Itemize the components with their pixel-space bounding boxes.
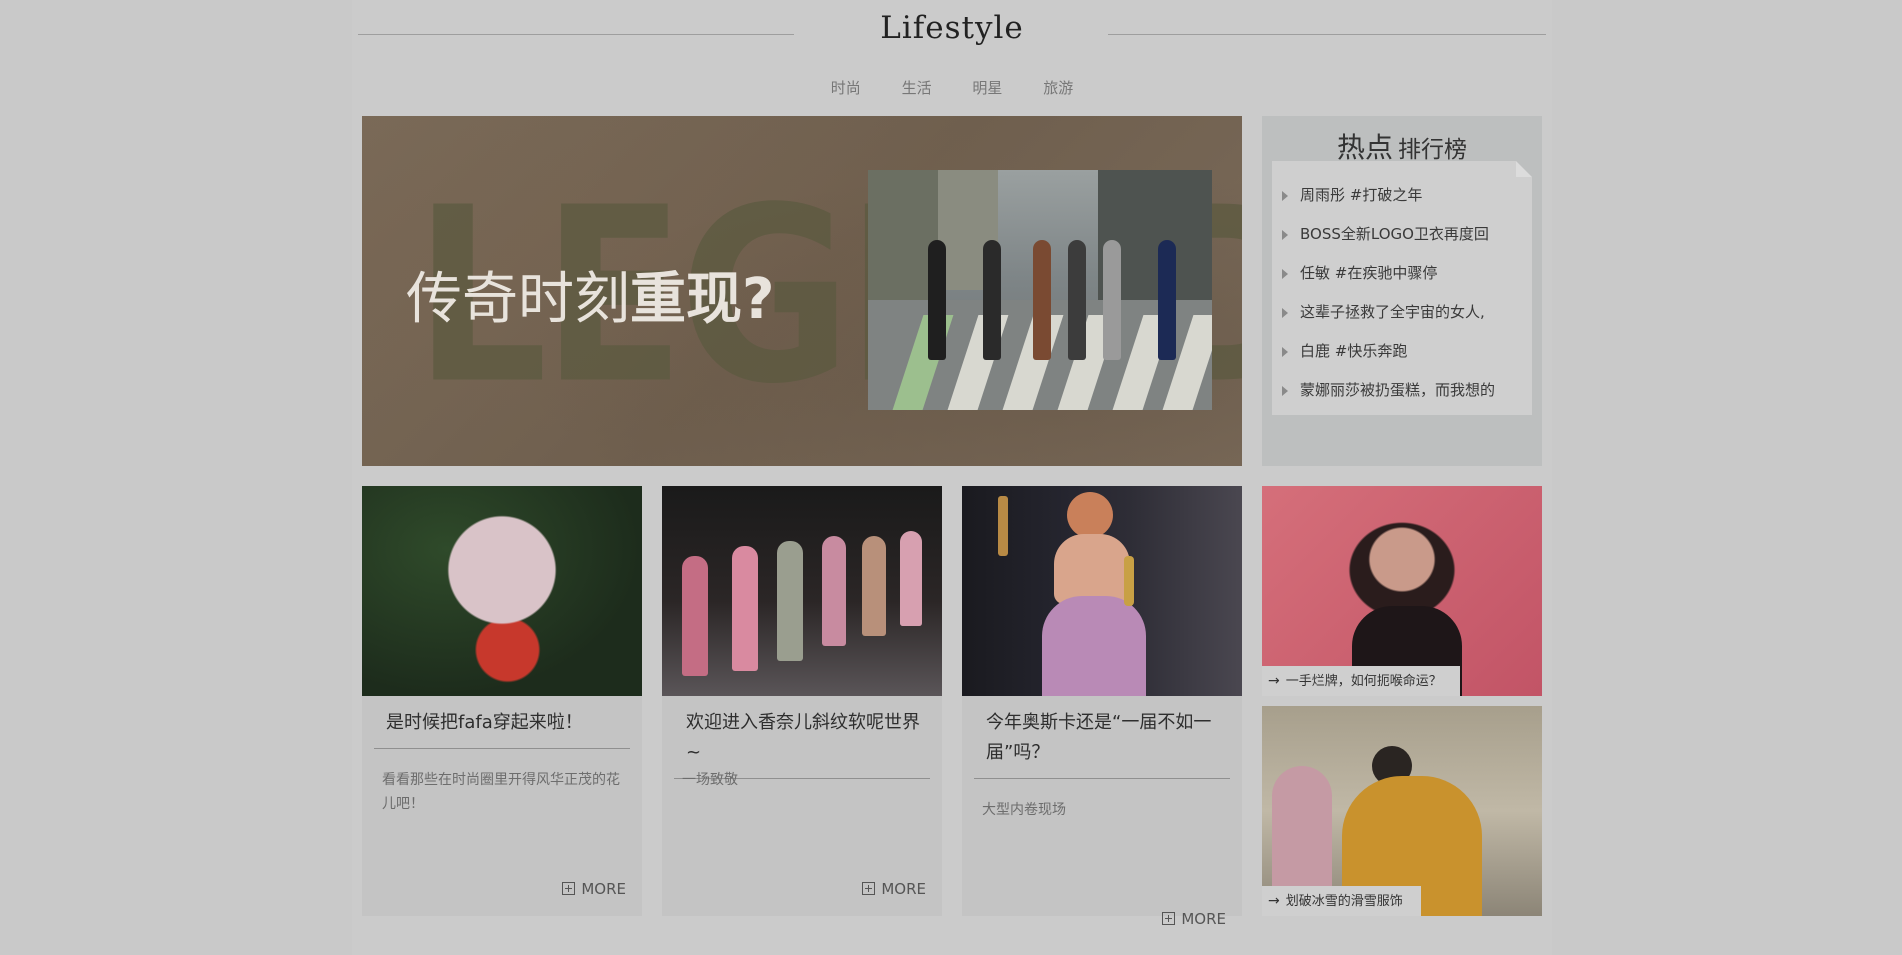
hot-item[interactable]: 周雨彤 #打破之年 (1282, 181, 1532, 220)
more-link[interactable]: MORE (562, 880, 626, 898)
hot-item[interactable]: 这辈子拯救了全宇宙的女人, (1282, 298, 1532, 337)
side-article-1[interactable]: → 一手烂牌，如何扼喉命运？ (1262, 486, 1542, 696)
header-rule-right (1108, 34, 1546, 35)
side-caption-text: 一手烂牌，如何扼喉命运？ (1285, 674, 1442, 689)
card-image-oscar[interactable] (962, 486, 1242, 696)
article-card-1[interactable]: 是时候把fafa穿起来啦！ 看看那些在时尚圈里开得风华正茂的花儿吧！ MORE (362, 486, 642, 916)
hero-photo (868, 170, 1212, 410)
arrow-right-icon: → (1268, 893, 1280, 909)
hero-caption: 传奇时刻重现? (406, 254, 774, 335)
article-card-2[interactable]: 欢迎进入香奈儿斜纹软呢世界~ 一场致敬 MORE (662, 486, 942, 916)
hot-title-big: 热点 (1336, 131, 1393, 164)
card-image-runway[interactable] (662, 486, 942, 696)
hot-item[interactable]: 任敏 #在疾驰中骤停 (1282, 259, 1532, 298)
card-description: 大型内卷现场 (982, 802, 1066, 818)
side-image-ski[interactable] (1262, 706, 1542, 916)
hero-caption-part2: 重现? (630, 267, 775, 332)
hot-item[interactable]: BOSS全新LOGO卫衣再度回 (1282, 220, 1532, 259)
card-description: 一场致敬 (682, 772, 738, 788)
arrow-right-icon: → (1268, 673, 1280, 689)
more-label: MORE (881, 880, 926, 898)
plus-square-icon (562, 882, 576, 895)
nav-item-life[interactable]: 生活 (902, 77, 932, 98)
card-image-flowers[interactable] (362, 486, 642, 696)
nav-item-travel[interactable]: 旅游 (1043, 77, 1073, 98)
page: Lifestyle 时尚 生活 明星 旅游 LEGEND 传奇时刻重现? 热点 … (352, 0, 1552, 955)
plus-square-icon (862, 882, 876, 895)
more-label: MORE (1181, 910, 1226, 928)
hot-title-small: 排行榜 (1398, 137, 1468, 163)
side-image-portrait[interactable] (1262, 486, 1542, 696)
plus-square-icon (1162, 912, 1176, 925)
hot-ranking-panel: 热点 排行榜 周雨彤 #打破之年 BOSS全新LOGO卫衣再度回 任敏 #在疾驰… (1262, 116, 1542, 466)
site-title[interactable]: Lifestyle (352, 10, 1552, 46)
more-link[interactable]: MORE (1162, 910, 1226, 928)
nav-item-fashion[interactable]: 时尚 (831, 77, 861, 98)
folded-corner (1516, 161, 1532, 177)
side-caption-text: 划破冰雪的滑雪服饰 (1285, 894, 1403, 909)
hot-ranking-list: 周雨彤 #打破之年 BOSS全新LOGO卫衣再度回 任敏 #在疾驰中骤停 这辈子… (1272, 161, 1532, 415)
nav-item-celebrity[interactable]: 明星 (972, 77, 1002, 98)
hot-item[interactable]: 白鹿 #快乐奔跑 (1282, 337, 1532, 376)
article-card-3[interactable]: 今年奥斯卡还是“一届不如一届”吗？ 大型内卷现场 MORE (962, 486, 1242, 928)
card-description: 看看那些在时尚圈里开得风华正茂的花儿吧！ (382, 772, 620, 812)
more-label: MORE (581, 880, 626, 898)
side-article-2[interactable]: → 划破冰雪的滑雪服饰 (1262, 706, 1542, 916)
side-caption[interactable]: → 一手烂牌，如何扼喉命运？ (1262, 666, 1460, 696)
hot-item[interactable]: 蒙娜丽莎被扔蛋糕，而我想的 (1282, 376, 1532, 415)
hero-banner[interactable]: LEGEND 传奇时刻重现? (362, 116, 1242, 466)
side-caption[interactable]: → 划破冰雪的滑雪服饰 (1262, 886, 1421, 916)
more-link[interactable]: MORE (862, 880, 926, 898)
hero-caption-part1: 传奇时刻 (406, 267, 630, 332)
main-nav: 时尚 生活 明星 旅游 (352, 77, 1552, 98)
site-header: Lifestyle (352, 10, 1552, 54)
card-title[interactable]: 是时候把fafa穿起来啦！ (374, 708, 630, 749)
card-title[interactable]: 今年奥斯卡还是“一届不如一届”吗？ (974, 708, 1230, 779)
hot-ranking-title: 热点 排行榜 (1262, 126, 1542, 166)
